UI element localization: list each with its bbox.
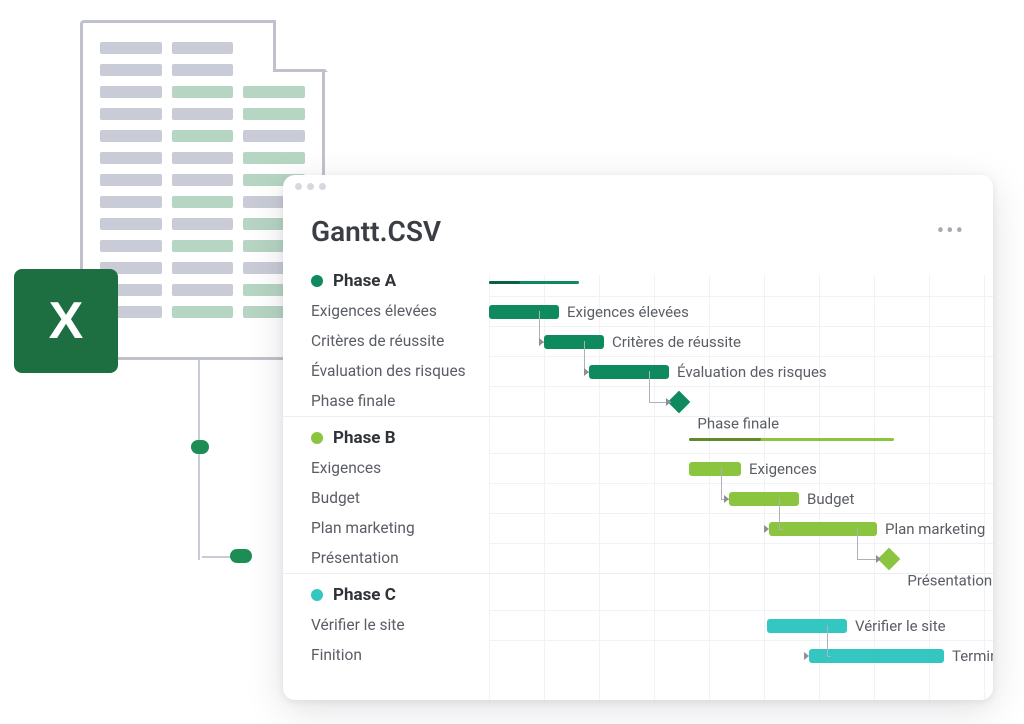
phase-name: Phase C [333,585,396,605]
task-row[interactable]: Exigences élevéesExigences élevées [311,296,993,326]
task-bar[interactable]: Critères de réussite [544,335,604,349]
task-label: Vérifier le site [311,616,489,634]
phase-dot-icon [311,432,323,444]
window-title: Gantt.CSV [311,215,441,248]
task-timeline: Évaluation des risques [489,356,993,386]
task-timeline: Présentation [489,543,993,573]
task-timeline: Exigences [489,453,993,483]
task-timeline: Terminé [489,640,993,670]
task-bar[interactable]: Vérifier le site [767,619,847,633]
task-row[interactable]: Présentation Présentation [311,543,993,573]
task-bar[interactable]: Exigences élevées [489,305,559,319]
task-timeline: Plan marketing [489,513,993,543]
task-label: Présentation [311,549,489,567]
task-bar-label: Exigences [749,460,817,478]
task-label: Plan marketing [311,519,489,537]
excel-icon: X [14,269,118,373]
gantt-chart: Phase AExigences élevéesExigences élevée… [283,254,993,670]
task-row[interactable]: Plan marketing Plan marketing [311,513,993,543]
task-bar-label: Évaluation des risques [677,363,827,381]
task-bar-label: Vérifier le site [855,617,946,635]
task-label: Phase finale [311,392,489,410]
task-row[interactable]: Finition Terminé [311,640,993,670]
window-traffic-lights [295,183,326,190]
task-timeline: Budget [489,483,993,513]
task-row[interactable]: Exigences Exigences [311,453,993,483]
milestone-diamond-icon[interactable]: Phase finale [668,391,691,414]
task-bar[interactable]: Budget [729,492,799,506]
task-row[interactable]: Budget Budget [311,483,993,513]
excel-letter: X [49,291,84,351]
phase-header[interactable]: Phase B [311,424,489,454]
task-label: Exigences élevées [311,302,489,320]
phase-block: Phase AExigences élevéesExigences élevée… [311,260,993,416]
phase-dot-icon [311,275,323,287]
task-label: Évaluation des risques [311,362,489,380]
task-bar-label: Terminé [952,647,993,665]
task-label: Exigences [311,459,489,477]
milestone-diamond-icon[interactable]: Présentation [878,548,901,571]
task-bar-label: Plan marketing [885,520,985,538]
task-timeline: Exigences élevées [489,296,993,326]
task-timeline: Phase finale [489,386,993,416]
connector-node [230,549,252,563]
task-bar-label: Budget [807,490,854,508]
connector-line [198,360,203,560]
phase-block: Phase B Exigences Exigences Budget Budget Pla… [283,416,993,573]
task-timeline: Critères de réussite [489,326,993,356]
phase-block: Phase C Vérifier le site Vérifier le site F… [283,573,993,670]
phase-header[interactable]: Phase A [311,267,489,297]
task-bar[interactable]: Plan marketing [769,522,877,536]
task-label: Finition [311,646,489,664]
phase-dot-icon [311,589,323,601]
task-row[interactable]: Vérifier le site Vérifier le site [311,610,993,640]
task-bar-label: Exigences élevées [567,303,689,321]
phase-name: Phase A [333,271,396,291]
task-bar-label: Critères de réussite [612,333,741,351]
phase-name: Phase B [333,428,396,448]
task-label: Budget [311,489,489,507]
window-title-bar [283,175,993,197]
task-row[interactable]: Évaluation des risques Évaluation des ris… [311,356,993,386]
task-row[interactable]: Phase finale Phase finale [311,386,993,416]
phase-header[interactable]: Phase C [311,581,489,611]
task-bar[interactable]: Évaluation des risques [589,365,669,379]
task-label: Critères de réussite [311,332,489,350]
connector-node [191,440,209,454]
gantt-window: Gantt.CSV ••• Phase AExigences élevéesEx… [283,175,993,700]
task-timeline: Vérifier le site [489,610,993,640]
more-menu-icon[interactable]: ••• [937,219,965,244]
task-bar[interactable]: Exigences [689,462,741,476]
task-row[interactable]: Critères de réussite Critères de réussite [311,326,993,356]
